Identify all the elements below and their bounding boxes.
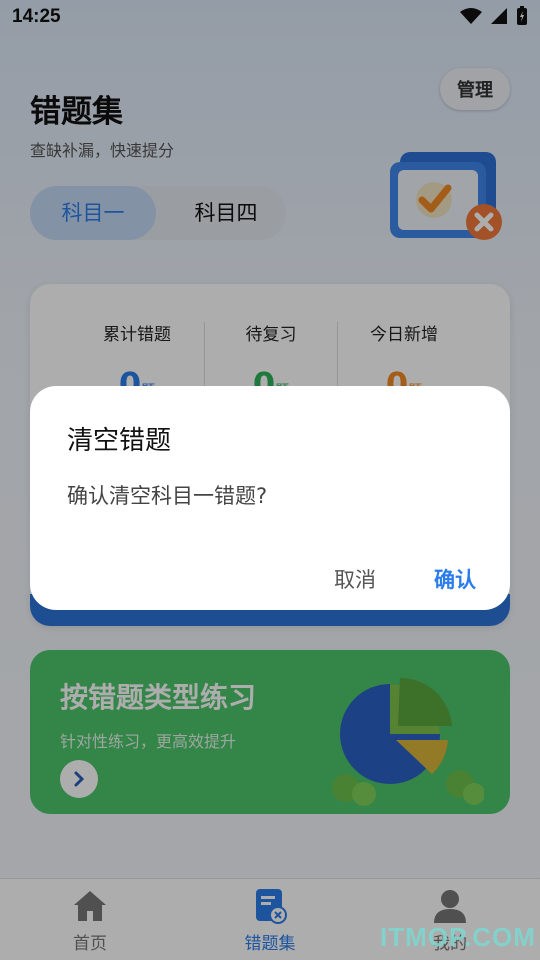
watermark-text: ITMOP.COM [380, 922, 536, 952]
confirm-button[interactable]: 确认 [434, 564, 476, 594]
cancel-button[interactable]: 取消 [334, 564, 376, 594]
dialog-title: 清空错题 [67, 426, 172, 456]
dialog-message: 确认清空科目一错题? [67, 484, 268, 508]
app-screen: 14:25 管理 错题集 查缺补漏，快速提分 科目一 科目四 累计错题 0题 待… [0, 0, 540, 961]
clear-confirm-dialog: 清空错题 确认清空科目一错题? 取消 确认 [30, 386, 510, 610]
